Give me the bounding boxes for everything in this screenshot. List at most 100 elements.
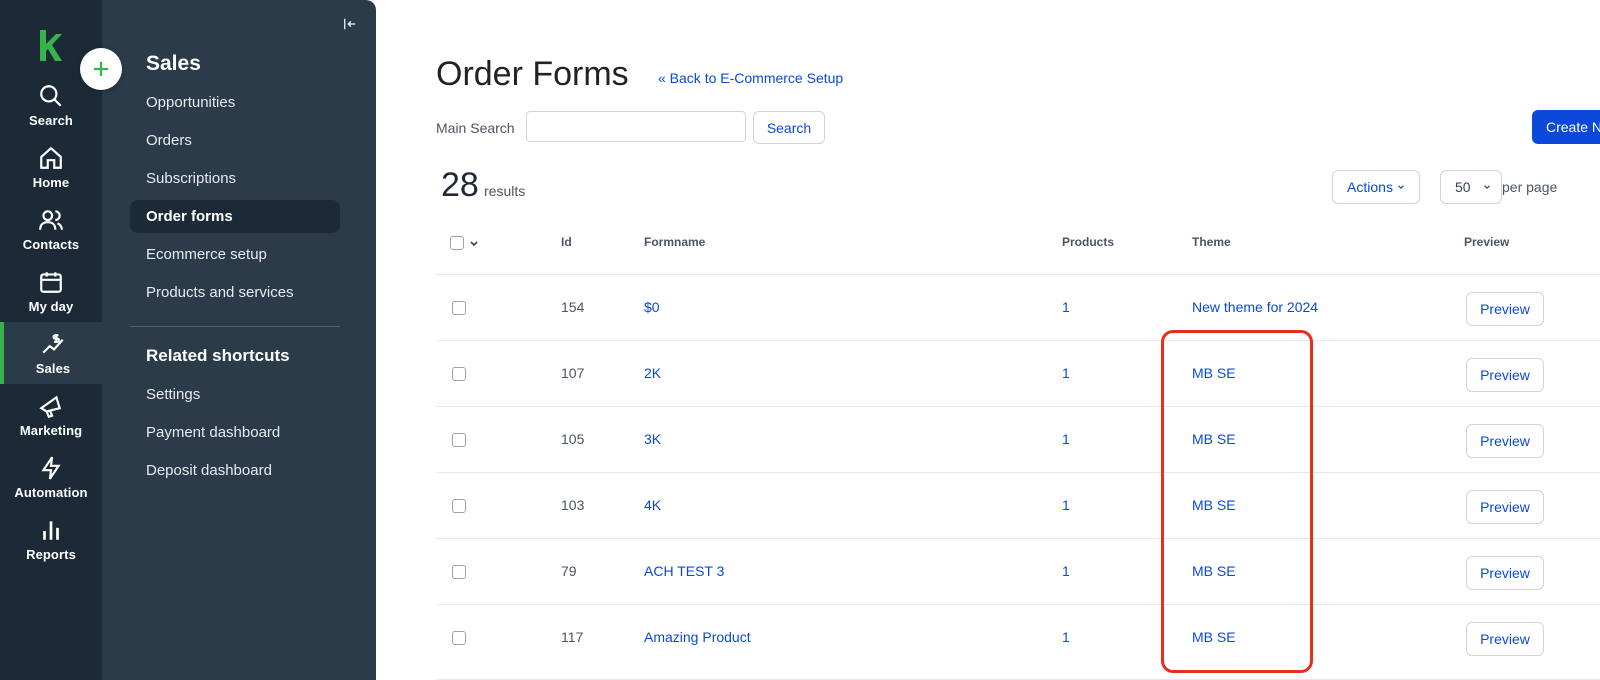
actions-label: Actions — [1347, 179, 1393, 195]
row-theme-link[interactable]: MB SE — [1192, 497, 1236, 513]
column-header-preview: Preview — [1464, 235, 1510, 249]
create-new-button[interactable]: Create N — [1532, 110, 1600, 144]
row-id: 79 — [561, 563, 577, 579]
rail-label: Search — [29, 112, 73, 128]
sidebar-item-opportunities[interactable]: Opportunities — [130, 86, 340, 119]
home-icon — [40, 146, 62, 169]
page-title: Order Forms — [436, 55, 629, 93]
row-products-link[interactable]: 1 — [1062, 365, 1070, 381]
results-count: 28 — [441, 166, 479, 204]
row-formname-link[interactable]: $0 — [644, 299, 660, 315]
column-header-formname[interactable]: Formname — [644, 235, 705, 249]
sidebar-divider — [130, 326, 340, 327]
contacts-icon — [39, 209, 63, 230]
rail-item-contacts[interactable]: Contacts — [0, 198, 102, 260]
plus-icon — [94, 62, 108, 76]
sidebar-item-orders[interactable]: Orders — [130, 124, 340, 157]
row-theme-link[interactable]: New theme for 2024 — [1192, 299, 1318, 315]
rail-item-home[interactable]: Home — [0, 136, 102, 198]
collapse-sidebar-icon[interactable] — [340, 14, 360, 34]
chevron-down-icon[interactable] — [469, 239, 479, 249]
select-all-checkbox[interactable] — [450, 236, 464, 250]
row-id: 103 — [561, 497, 585, 513]
rail-label: Contacts — [22, 236, 80, 252]
shortcut-payment-dashboard[interactable]: Payment dashboard — [130, 416, 340, 449]
sidebar-item-order-forms[interactable]: Order forms — [130, 200, 340, 233]
column-header-products[interactable]: Products — [1062, 235, 1114, 249]
rail-label: Automation — [14, 484, 88, 500]
row-formname-link[interactable]: 4K — [644, 497, 661, 513]
row-id: 107 — [561, 365, 585, 381]
table-row: 105 3K 1 MB SE Preview — [436, 406, 1600, 472]
preview-button[interactable]: Preview — [1466, 622, 1544, 656]
table-row: 107 2K 1 MB SE Preview — [436, 340, 1600, 406]
search-icon — [40, 84, 62, 107]
shortcut-deposit-dashboard[interactable]: Deposit dashboard — [130, 454, 340, 487]
chevron-down-icon — [1483, 185, 1490, 190]
row-formname-link[interactable]: 2K — [644, 365, 661, 381]
app-rail: Search Home Contacts My day Sales Market… — [0, 0, 102, 680]
back-to-ecommerce-link[interactable]: « Back to E-Commerce Setup — [658, 70, 843, 86]
table-row: 117 Amazing Product 1 MB SE Preview — [436, 604, 1600, 680]
row-id: 154 — [561, 299, 585, 315]
sidebar-item-subscriptions[interactable]: Subscriptions — [130, 162, 340, 195]
row-id: 105 — [561, 431, 585, 447]
preview-button[interactable]: Preview — [1466, 292, 1544, 326]
lightning-icon — [41, 456, 61, 479]
bar-chart-icon — [43, 520, 59, 540]
per-page-select[interactable]: 50 — [1440, 170, 1502, 204]
actions-dropdown[interactable]: Actions — [1332, 170, 1420, 204]
per-page-label: per page — [1502, 179, 1558, 195]
row-theme-link[interactable]: MB SE — [1192, 563, 1236, 579]
search-label: Main Search — [436, 120, 515, 136]
sidebar-title: Sales — [146, 52, 201, 75]
quick-add-button[interactable] — [80, 48, 122, 90]
row-theme-link[interactable]: MB SE — [1192, 629, 1236, 645]
search-button[interactable]: Search — [753, 111, 825, 144]
rail-label: Home — [32, 174, 70, 190]
chevron-down-icon — [1398, 185, 1404, 190]
row-theme-link[interactable]: MB SE — [1192, 365, 1236, 381]
rail-item-my-day[interactable]: My day — [0, 260, 102, 322]
row-checkbox[interactable] — [452, 301, 466, 315]
preview-button[interactable]: Preview — [1466, 424, 1544, 458]
rail-label: Sales — [35, 360, 71, 376]
row-theme-link[interactable]: MB SE — [1192, 431, 1236, 447]
keap-logo-icon[interactable] — [36, 28, 64, 64]
column-header-id[interactable]: Id — [561, 235, 572, 249]
row-checkbox[interactable] — [452, 433, 466, 447]
column-header-theme[interactable]: Theme — [1192, 235, 1231, 249]
rail-item-marketing[interactable]: Marketing — [0, 384, 102, 446]
sales-sidebar: Sales Opportunities Orders Subscriptions… — [102, 0, 376, 680]
row-formname-link[interactable]: Amazing Product — [644, 629, 751, 645]
rail-label: Marketing — [19, 422, 83, 438]
row-products-link[interactable]: 1 — [1062, 629, 1070, 645]
sidebar-item-ecommerce-setup[interactable]: Ecommerce setup — [130, 238, 340, 271]
row-formname-link[interactable]: 3K — [644, 431, 661, 447]
row-formname-link[interactable]: ACH TEST 3 — [644, 563, 724, 579]
preview-button[interactable]: Preview — [1466, 358, 1544, 392]
sidebar-item-products-and-services[interactable]: Products and services — [130, 276, 340, 309]
row-checkbox[interactable] — [452, 499, 466, 513]
calendar-icon — [40, 271, 62, 293]
rail-label: My day — [28, 298, 74, 314]
table-row: 79 ACH TEST 3 1 MB SE Preview — [436, 538, 1600, 604]
row-products-link[interactable]: 1 — [1062, 563, 1070, 579]
megaphone-icon — [39, 395, 62, 418]
row-products-link[interactable]: 1 — [1062, 497, 1070, 513]
row-products-link[interactable]: 1 — [1062, 299, 1070, 315]
preview-button[interactable]: Preview — [1466, 556, 1544, 590]
rail-item-sales[interactable]: Sales — [0, 322, 102, 384]
row-products-link[interactable]: 1 — [1062, 431, 1070, 447]
shortcuts-heading: Related shortcuts — [146, 346, 290, 365]
table-row: 103 4K 1 MB SE Preview — [436, 472, 1600, 538]
rail-item-automation[interactable]: Automation — [0, 446, 102, 508]
preview-button[interactable]: Preview — [1466, 490, 1544, 524]
shortcut-settings[interactable]: Settings — [130, 378, 340, 411]
rail-item-reports[interactable]: Reports — [0, 508, 102, 570]
row-checkbox[interactable] — [452, 565, 466, 579]
search-input[interactable] — [526, 111, 746, 142]
row-checkbox[interactable] — [452, 631, 466, 645]
sales-icon — [42, 333, 64, 353]
row-checkbox[interactable] — [452, 367, 466, 381]
